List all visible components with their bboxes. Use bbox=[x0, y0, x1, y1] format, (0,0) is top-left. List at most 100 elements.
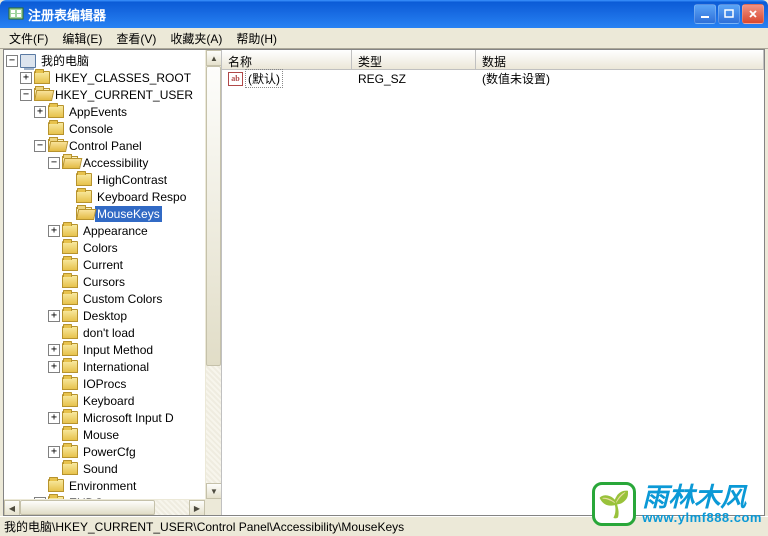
expand-icon[interactable]: + bbox=[48, 412, 60, 424]
tree-item[interactable]: Colors bbox=[6, 239, 205, 256]
folder-open-icon bbox=[62, 156, 78, 169]
tree-item[interactable]: +HKEY_CLASSES_ROOT bbox=[6, 69, 205, 86]
maximize-button[interactable] bbox=[718, 4, 740, 24]
menu-favorites[interactable]: 收藏夹(A) bbox=[163, 28, 229, 49]
tree-item[interactable]: Mouse bbox=[6, 426, 205, 443]
tree-item[interactable]: HighContrast bbox=[6, 171, 205, 188]
tree-item[interactable]: −HKEY_CURRENT_USER bbox=[6, 86, 205, 103]
column-name[interactable]: 名称 bbox=[222, 50, 352, 69]
menu-bar: 文件(F) 编辑(E) 查看(V) 收藏夹(A) 帮助(H) bbox=[0, 28, 768, 49]
tree-item[interactable]: Sound bbox=[6, 460, 205, 477]
collapse-icon[interactable]: − bbox=[20, 89, 32, 101]
tree-item[interactable]: Environment bbox=[6, 477, 205, 494]
menu-file[interactable]: 文件(F) bbox=[2, 28, 55, 49]
scroll-up-button[interactable]: ▲ bbox=[206, 50, 222, 66]
value-data-cell: (数值未设置) bbox=[476, 69, 764, 88]
status-path: 我的电脑\HKEY_CURRENT_USER\Control Panel\Acc… bbox=[4, 518, 404, 535]
folder-icon bbox=[62, 343, 78, 356]
tree-item[interactable]: Console bbox=[6, 120, 205, 137]
tree-item[interactable]: IOProcs bbox=[6, 375, 205, 392]
value-name-cell: ab (默认) bbox=[222, 68, 352, 89]
scroll-down-button[interactable]: ▼ bbox=[206, 483, 222, 499]
list-header: 名称 类型 数据 bbox=[222, 50, 764, 70]
folder-icon bbox=[62, 258, 78, 271]
folder-icon bbox=[62, 428, 78, 441]
tree-item[interactable]: +Appearance bbox=[6, 222, 205, 239]
folder-icon bbox=[62, 292, 78, 305]
minimize-button[interactable] bbox=[694, 4, 716, 24]
folder-open-icon bbox=[48, 139, 64, 152]
column-type[interactable]: 类型 bbox=[352, 50, 476, 69]
tree-item[interactable]: +International bbox=[6, 358, 205, 375]
expand-icon[interactable]: + bbox=[48, 361, 60, 373]
client-area: −我的电脑 +HKEY_CLASSES_ROOT −HKEY_CURRENT_U… bbox=[3, 49, 765, 516]
status-bar: 我的电脑\HKEY_CURRENT_USER\Control Panel\Acc… bbox=[0, 516, 768, 536]
expand-icon[interactable]: + bbox=[48, 446, 60, 458]
tree-item[interactable]: Keyboard bbox=[6, 392, 205, 409]
scrollbar-corner bbox=[205, 499, 221, 515]
folder-icon bbox=[62, 377, 78, 390]
menu-view[interactable]: 查看(V) bbox=[109, 28, 163, 49]
value-type-cell: REG_SZ bbox=[352, 71, 476, 87]
folder-icon bbox=[48, 122, 64, 135]
folder-icon bbox=[76, 190, 92, 203]
tree-item[interactable]: +AppEvents bbox=[6, 103, 205, 120]
folder-icon bbox=[48, 479, 64, 492]
folder-icon bbox=[62, 462, 78, 475]
expand-icon[interactable]: + bbox=[48, 225, 60, 237]
vertical-scrollbar[interactable]: ▲ ▼ bbox=[205, 50, 221, 499]
expand-icon[interactable]: + bbox=[20, 72, 32, 84]
tree-item[interactable]: +Input Method bbox=[6, 341, 205, 358]
value-name: (默认) bbox=[245, 69, 283, 88]
folder-icon bbox=[62, 394, 78, 407]
collapse-icon[interactable]: − bbox=[6, 55, 18, 67]
title-bar: 注册表编辑器 bbox=[0, 0, 768, 28]
scroll-left-button[interactable]: ◀ bbox=[4, 500, 20, 515]
tree-item[interactable]: Cursors bbox=[6, 273, 205, 290]
tree-root[interactable]: −我的电脑 bbox=[6, 52, 205, 69]
menu-help[interactable]: 帮助(H) bbox=[229, 28, 284, 49]
close-button[interactable] bbox=[742, 4, 764, 24]
tree-item[interactable]: −Accessibility bbox=[6, 154, 205, 171]
folder-icon bbox=[62, 360, 78, 373]
scroll-track[interactable] bbox=[20, 500, 189, 515]
tree-item-selected[interactable]: MouseKeys bbox=[6, 205, 205, 222]
window-controls bbox=[694, 4, 764, 24]
tree-item[interactable]: −Control Panel bbox=[6, 137, 205, 154]
window-title: 注册表编辑器 bbox=[28, 5, 694, 24]
tree-item[interactable]: Custom Colors bbox=[6, 290, 205, 307]
app-icon bbox=[8, 6, 24, 22]
computer-icon bbox=[20, 54, 36, 68]
tree-item[interactable]: +Microsoft Input D bbox=[6, 409, 205, 426]
tree-item[interactable]: don't load bbox=[6, 324, 205, 341]
folder-open-icon bbox=[34, 88, 50, 101]
expand-icon[interactable]: + bbox=[34, 106, 46, 118]
scroll-track[interactable] bbox=[206, 66, 221, 483]
column-data[interactable]: 数据 bbox=[476, 50, 764, 69]
collapse-icon[interactable]: − bbox=[34, 140, 46, 152]
tree-view[interactable]: −我的电脑 +HKEY_CLASSES_ROOT −HKEY_CURRENT_U… bbox=[4, 50, 205, 499]
tree-item[interactable]: +Desktop bbox=[6, 307, 205, 324]
list-row[interactable]: ab (默认) REG_SZ (数值未设置) bbox=[222, 70, 764, 87]
scroll-right-button[interactable]: ▶ bbox=[189, 500, 205, 515]
tree-item[interactable]: +PowerCfg bbox=[6, 443, 205, 460]
tree-panel: −我的电脑 +HKEY_CLASSES_ROOT −HKEY_CURRENT_U… bbox=[4, 50, 222, 515]
folder-icon bbox=[48, 105, 64, 118]
list-panel: 名称 类型 数据 ab (默认) REG_SZ (数值未设置) bbox=[222, 50, 764, 515]
folder-icon bbox=[62, 275, 78, 288]
expand-icon[interactable]: + bbox=[48, 344, 60, 356]
folder-icon bbox=[62, 411, 78, 424]
folder-icon bbox=[62, 445, 78, 458]
folder-icon bbox=[62, 241, 78, 254]
folder-icon bbox=[62, 224, 78, 237]
tree-item[interactable]: Current bbox=[6, 256, 205, 273]
folder-icon bbox=[34, 71, 50, 84]
menu-edit[interactable]: 编辑(E) bbox=[55, 28, 109, 49]
folder-icon bbox=[76, 173, 92, 186]
collapse-icon[interactable]: − bbox=[48, 157, 60, 169]
folder-icon bbox=[62, 326, 78, 339]
tree-item[interactable]: Keyboard Respo bbox=[6, 188, 205, 205]
expand-icon[interactable]: + bbox=[48, 310, 60, 322]
folder-open-icon bbox=[76, 207, 92, 220]
horizontal-scrollbar[interactable]: ◀ ▶ bbox=[4, 499, 205, 515]
